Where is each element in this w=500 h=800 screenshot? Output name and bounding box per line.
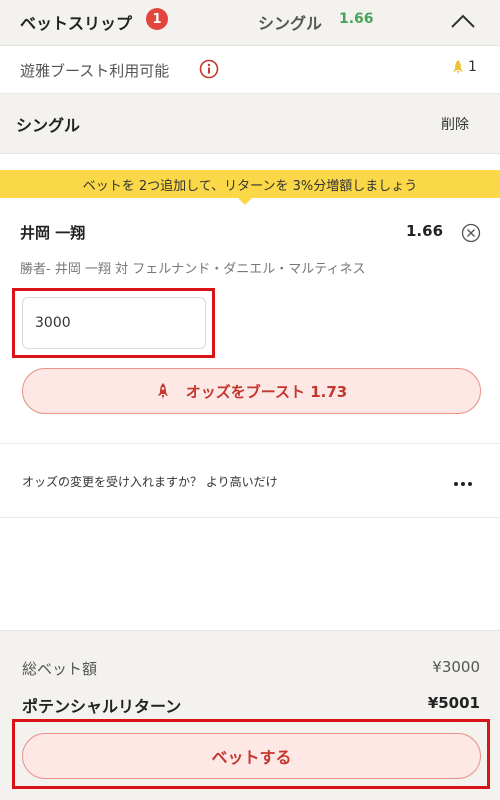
divider [0,517,500,518]
odds-change-menu-button[interactable] [448,474,478,494]
selection-name: 井岡 一翔 [20,224,86,242]
boost-available-label: 遊雅ブースト利用可能 [20,62,170,80]
selection-odds: 1.66 [406,222,444,240]
rocket-icon [453,60,463,74]
bet-type-label: シングル [258,14,323,33]
collapse-betslip-button[interactable] [443,4,483,38]
divider [0,443,500,444]
chevron-up-icon [451,14,475,28]
boost-odds-button[interactable]: オッズをブースト 1.73 [22,368,481,414]
close-circle-icon[interactable] [460,222,482,244]
more-dots-icon [454,482,458,486]
boost-count: 1 [451,59,477,75]
delete-all-button[interactable]: 削除 [441,114,469,134]
betslip-title: ベットスリップ [20,14,133,33]
bet-count-badge: 1 [146,8,168,30]
bet-summary-footer: 総ベット額 ¥3000 ポテンシャルリターン ¥5001 ベットする [0,630,500,800]
potential-return-value: ¥5001 [427,694,480,712]
potential-return-label: ポテンシャルリターン [22,697,182,716]
boost-availability-row: 遊雅ブースト利用可能 1 [0,46,500,94]
boost-count-value: 1 [468,59,477,75]
promo-banner: ベットを 2つ追加して、リターンを 3%分増額しましょう [0,170,500,198]
promo-banner-pointer [238,198,252,205]
place-bet-button[interactable]: ベットする [22,733,481,779]
selection-market: 勝者- 井岡 一翔 対 フェルナンド・ダニエル・マルティネス [20,262,366,277]
odds-change-label: オッズの変更を受け入れますか？ より高いだけ [22,475,278,489]
betslip-header: ベットスリップ 1 シングル 1.66 [0,0,500,46]
total-odds: 1.66 [339,11,374,27]
single-section-title: シングル [16,116,81,135]
total-stake-label: 総ベット額 [22,660,98,678]
single-section-header: シングル 削除 [0,94,500,154]
stake-input[interactable] [22,297,206,349]
rocket-icon [157,383,168,399]
boost-odds-button-label: オッズをブースト 1.73 [185,382,348,401]
total-stake-value: ¥3000 [432,658,480,676]
info-icon[interactable] [199,59,219,79]
